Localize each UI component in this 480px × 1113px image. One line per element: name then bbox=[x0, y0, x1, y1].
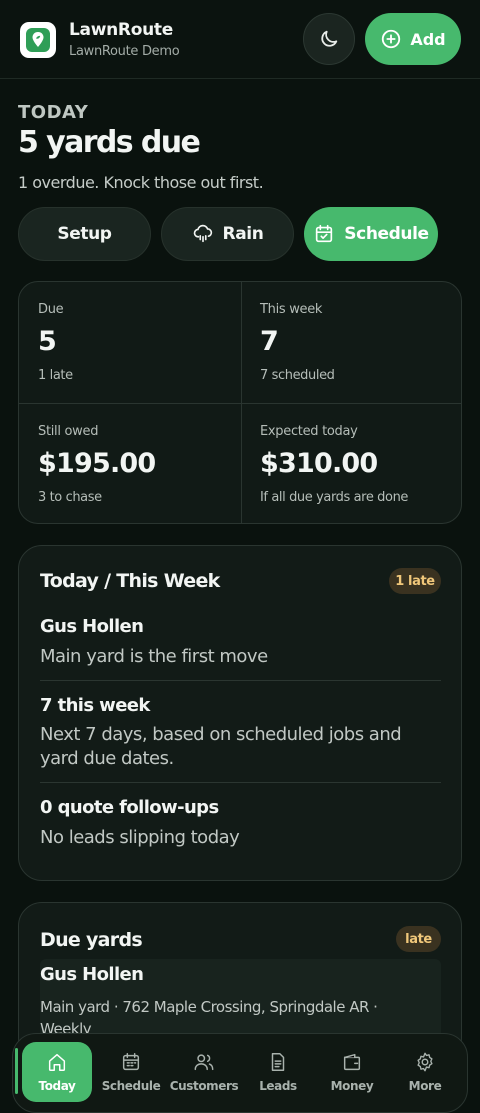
status-badge: late bbox=[396, 926, 441, 952]
list-item-title[interactable]: 7 this week bbox=[40, 695, 150, 716]
nav-item-more[interactable]: More bbox=[390, 1042, 460, 1102]
nav-item-leads[interactable]: Leads bbox=[243, 1042, 313, 1102]
home-icon bbox=[48, 1053, 66, 1071]
setup-button[interactable]: Setup bbox=[18, 207, 151, 261]
stat-note: 3 to chase bbox=[38, 490, 102, 505]
setup-button-label: Setup bbox=[57, 224, 112, 244]
page-subtitle: 1 overdue. Knock those out first. bbox=[18, 173, 264, 192]
wallet-icon bbox=[343, 1053, 361, 1071]
stat-note: 7 scheduled bbox=[260, 368, 335, 383]
schedule-button-label: Schedule bbox=[344, 224, 429, 244]
stat-label: This week bbox=[260, 302, 323, 317]
nav-label: More bbox=[408, 1079, 442, 1093]
nav-active-edge bbox=[15, 1048, 18, 1094]
stats-grid: Due 5 1 late This week 7 7 scheduled Sti… bbox=[18, 281, 462, 524]
stat-label: Due bbox=[38, 302, 64, 317]
bottom-nav: Today Schedule Customers Leads Money Mor… bbox=[12, 1033, 468, 1113]
rain-cloud-icon bbox=[193, 224, 212, 243]
stat-label: Expected today bbox=[260, 424, 358, 439]
app-logo[interactable] bbox=[20, 22, 56, 58]
stat-note: 1 late bbox=[38, 368, 73, 383]
document-icon bbox=[271, 1053, 285, 1071]
stat-this-week[interactable]: This week 7 7 scheduled bbox=[241, 282, 461, 403]
calendar-check-icon bbox=[316, 224, 333, 243]
nav-item-customers[interactable]: Customers bbox=[169, 1042, 239, 1102]
list-item-subtitle: Main yard is the first move bbox=[40, 646, 268, 667]
nav-label: Today bbox=[38, 1079, 76, 1093]
plus-circle-icon bbox=[382, 29, 401, 49]
rain-button[interactable]: Rain bbox=[161, 207, 294, 261]
stat-note: If all due yards are done bbox=[260, 490, 409, 505]
status-badge: 1 late bbox=[389, 568, 441, 594]
nav-item-money[interactable]: Money bbox=[317, 1042, 387, 1102]
app-subtitle: LawnRoute Demo bbox=[69, 44, 180, 59]
list-item-title[interactable]: 0 quote follow-ups bbox=[40, 797, 219, 818]
stat-label: Still owed bbox=[38, 424, 99, 439]
theme-toggle-button[interactable] bbox=[303, 13, 355, 65]
stat-value: 7 bbox=[260, 326, 279, 357]
stat-value: $195.00 bbox=[38, 448, 156, 479]
stat-expected-today[interactable]: Expected today $310.00 If all due yards … bbox=[241, 404, 461, 523]
page-title: 5 yards due bbox=[18, 125, 201, 160]
card-title: Today / This Week bbox=[40, 570, 220, 592]
users-icon bbox=[194, 1054, 214, 1071]
nav-item-schedule[interactable]: Schedule bbox=[96, 1042, 166, 1102]
customer-name: Gus Hollen bbox=[40, 964, 144, 985]
nav-label: Leads bbox=[259, 1079, 297, 1093]
moon-icon bbox=[321, 30, 338, 47]
nav-item-today[interactable]: Today bbox=[22, 1042, 92, 1102]
stat-value: $310.00 bbox=[260, 448, 378, 479]
stat-value: 5 bbox=[38, 326, 57, 357]
add-button-label: Add bbox=[410, 29, 446, 49]
stat-due[interactable]: Due 5 1 late bbox=[19, 282, 241, 403]
nav-label: Customers bbox=[169, 1079, 239, 1093]
today-week-card: Today / This Week 1 late Gus Hollen Main… bbox=[18, 545, 462, 881]
list-item-subtitle: Next 7 days, based on scheduled jobs and… bbox=[40, 724, 402, 769]
top-bar: LawnRoute LawnRoute Demo Add bbox=[0, 0, 480, 79]
app-name: LawnRoute bbox=[69, 20, 173, 40]
divider bbox=[40, 782, 441, 783]
nav-label: Money bbox=[330, 1079, 374, 1093]
divider bbox=[40, 680, 441, 681]
stat-still-owed[interactable]: Still owed $195.00 3 to chase bbox=[19, 404, 241, 523]
logo-pin-icon bbox=[26, 28, 50, 52]
add-button[interactable]: Add bbox=[365, 13, 461, 65]
schedule-button[interactable]: Schedule bbox=[304, 207, 438, 261]
gear-icon bbox=[417, 1052, 433, 1072]
calendar-icon bbox=[122, 1053, 140, 1071]
nav-label: Schedule bbox=[101, 1079, 161, 1093]
list-item-title[interactable]: Gus Hollen bbox=[40, 616, 144, 637]
list-item-subtitle: No leads slipping today bbox=[40, 827, 240, 848]
rain-button-label: Rain bbox=[222, 224, 264, 244]
section-eyebrow: TODAY bbox=[18, 102, 89, 123]
card-title: Due yards bbox=[40, 929, 143, 951]
